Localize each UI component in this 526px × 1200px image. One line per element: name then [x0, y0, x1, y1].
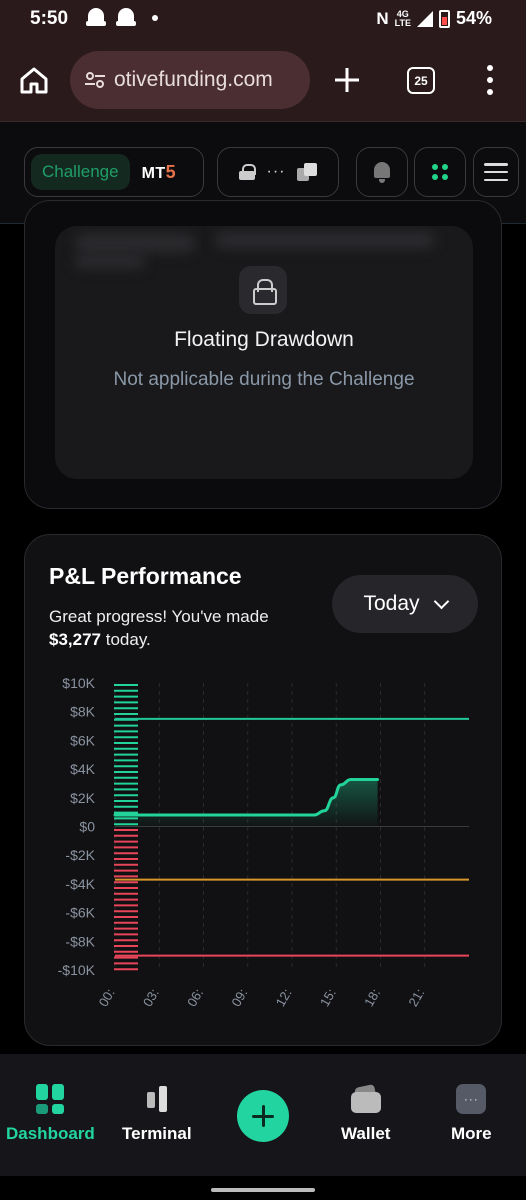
- y-tick-label: -$10K: [58, 962, 96, 978]
- locked-badge: [239, 266, 287, 314]
- y-tick-label: $10K: [62, 675, 95, 691]
- nav-more[interactable]: ··· More: [451, 1084, 492, 1144]
- notification-icons: [86, 7, 158, 29]
- tab-switcher-button[interactable]: 25: [407, 67, 435, 94]
- notifications-button[interactable]: [356, 147, 408, 197]
- y-tick-label: $2K: [70, 790, 96, 806]
- blurred-content: [75, 254, 145, 268]
- url-text: otivefunding.com: [114, 68, 273, 91]
- x-tick-label: 18:: [361, 986, 383, 1009]
- network-type: 4G LTE: [394, 8, 411, 28]
- nav-label: More: [451, 1124, 492, 1143]
- nfc-icon: N: [376, 8, 389, 28]
- more-icon: ···: [456, 1084, 487, 1114]
- nav-label: Dashboard: [6, 1124, 95, 1143]
- hamburger-icon: [484, 163, 508, 181]
- nav-label: Wallet: [341, 1124, 391, 1143]
- x-tick-label: 06:: [184, 986, 206, 1009]
- drawdown-title: Floating Drawdown: [174, 328, 354, 351]
- accounts-icon: [297, 163, 318, 181]
- blurred-content: [75, 234, 195, 252]
- y-tick-label: -$6K: [65, 905, 95, 921]
- bell-icon: [372, 161, 392, 183]
- site-settings-icon[interactable]: [84, 71, 106, 89]
- bottom-navigation: Dashboard Terminal Wallet ··· More: [0, 1054, 526, 1176]
- gesture-bar: [0, 1176, 526, 1200]
- account-masked: ···: [266, 163, 286, 180]
- wallet-icon: [350, 1084, 381, 1114]
- y-tick-label: $0: [79, 819, 95, 835]
- battery-icon: [438, 9, 450, 28]
- apps-button[interactable]: [414, 147, 466, 197]
- nav-label: Terminal: [122, 1124, 192, 1143]
- lock-icon: [238, 164, 256, 180]
- nav-dashboard[interactable]: Dashboard: [6, 1084, 95, 1144]
- nav-wallet[interactable]: Wallet: [341, 1084, 390, 1144]
- floating-drawdown-card: Floating Drawdown Not applicable during …: [24, 200, 502, 509]
- pl-chart: $10K$8K$6K$4K$2K$0-$2K-$4K-$6K-$8K-$10K0…: [58, 675, 469, 1009]
- lock-icon: [253, 279, 277, 305]
- x-tick-label: 03:: [140, 986, 162, 1009]
- y-tick-label: $4K: [70, 761, 96, 777]
- account-type-selector[interactable]: Challenge MT5: [24, 147, 204, 197]
- account-selector[interactable]: ···: [217, 147, 339, 197]
- x-tick-label: 21:: [405, 986, 427, 1009]
- add-button[interactable]: [237, 1090, 289, 1142]
- challenge-chip[interactable]: Challenge: [31, 154, 130, 190]
- status-time: 5:50: [30, 8, 69, 29]
- browser-menu-icon[interactable]: [484, 65, 496, 95]
- battery-percent: 54%: [455, 8, 492, 28]
- x-tick-label: 15:: [317, 986, 339, 1009]
- status-bar: 5:50 N 4G LTE 54%: [0, 0, 526, 38]
- address-bar[interactable]: otivefunding.com: [70, 51, 310, 109]
- new-tab-icon[interactable]: [332, 65, 362, 95]
- y-tick-label: $8K: [70, 704, 96, 720]
- blurred-content: [215, 232, 435, 248]
- candlestick-icon: [143, 1084, 171, 1114]
- home-icon[interactable]: [18, 65, 50, 95]
- status-right: N 4G LTE 54%: [376, 8, 492, 29]
- snapchat-icon: [86, 7, 106, 29]
- grid-icon: [432, 164, 448, 180]
- y-tick-label: -$4K: [65, 876, 95, 892]
- platform-label: MT5: [141, 161, 177, 182]
- snapchat-icon: [116, 7, 136, 29]
- x-tick-label: 00:: [96, 986, 118, 1009]
- signal-icon: [416, 10, 433, 27]
- browser-toolbar: otivefunding.com 25: [0, 38, 526, 122]
- x-tick-label: 09:: [228, 986, 250, 1009]
- pl-performance-card: P&L Performance Great progress! You've m…: [24, 534, 502, 1046]
- y-tick-label: -$2K: [65, 847, 95, 863]
- more-notifications-icon: [152, 15, 158, 21]
- y-tick-label: $6K: [70, 732, 96, 748]
- nav-terminal[interactable]: Terminal: [122, 1084, 192, 1144]
- home-indicator: [211, 1188, 315, 1192]
- menu-button[interactable]: [473, 147, 519, 197]
- y-tick-label: -$8K: [65, 933, 95, 949]
- dashboard-icon: [36, 1084, 65, 1114]
- x-tick-label: 12:: [273, 986, 295, 1009]
- drawdown-panel: Floating Drawdown Not applicable during …: [55, 226, 473, 479]
- drawdown-subtitle: Not applicable during the Challenge: [113, 369, 415, 390]
